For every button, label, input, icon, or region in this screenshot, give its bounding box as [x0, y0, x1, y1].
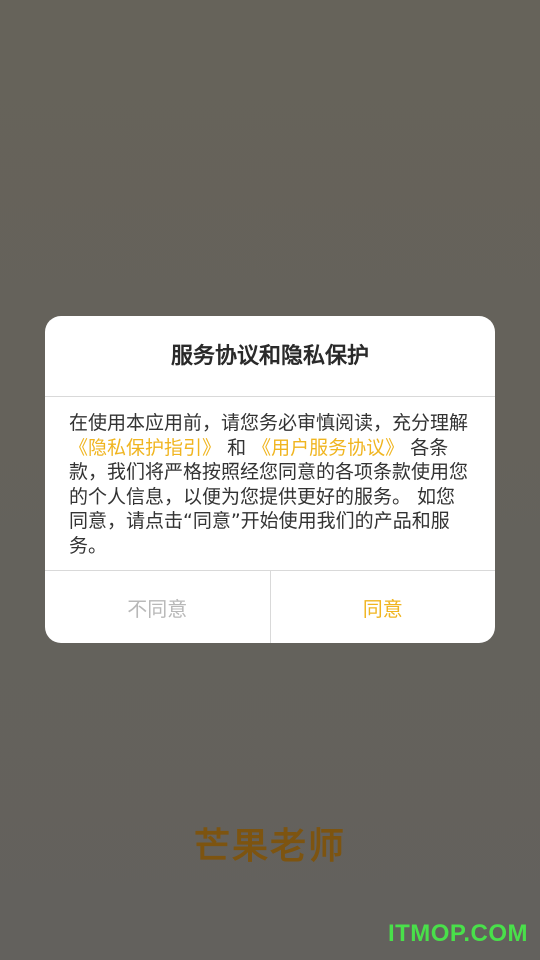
app-logo-text: 芒果老师	[193, 826, 346, 867]
body-text-and: 和	[227, 436, 247, 459]
agree-button[interactable]: 同意	[271, 571, 496, 643]
dialog-actions: 不同意 同意	[45, 570, 495, 643]
privacy-agreement-dialog: 服务协议和隐私保护 在使用本应用前，请您务必审慎阅读，充分理解 《隐私保护指引》…	[45, 316, 495, 643]
dialog-body: 在使用本应用前，请您务必审慎阅读，充分理解 《隐私保护指引》 和 《用户服务协议…	[45, 397, 495, 571]
dialog-title: 服务协议和隐私保护	[45, 316, 495, 397]
user-service-agreement-link[interactable]: 《用户服务协议》	[252, 437, 404, 459]
disagree-button[interactable]: 不同意	[45, 571, 271, 643]
body-text-intro: 在使用本应用前，请您务必审慎阅读，充分理解	[69, 412, 469, 434]
privacy-guide-link[interactable]: 《隐私保护指引》	[69, 437, 221, 459]
watermark-text: ITMOP.COM	[387, 920, 528, 947]
